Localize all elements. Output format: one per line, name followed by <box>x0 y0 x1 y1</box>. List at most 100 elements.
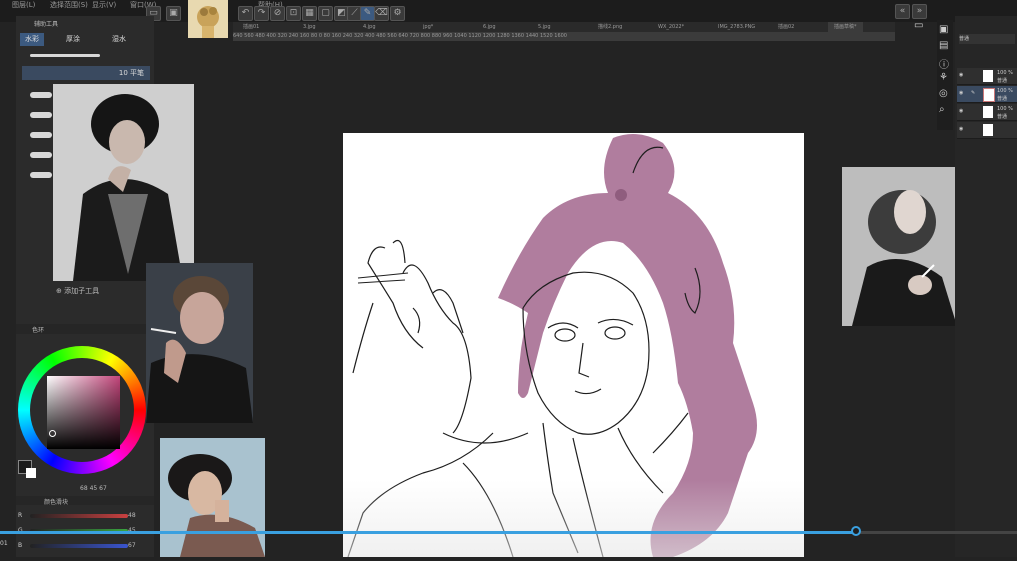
plus-icon: ⊕ <box>56 287 65 295</box>
tab-document[interactable]: WX_2022* <box>658 22 684 32</box>
saturation-value-square[interactable] <box>47 376 120 449</box>
menu-selection[interactable]: 选择范围(S) <box>50 0 88 10</box>
layer-thumbnail <box>983 70 993 82</box>
saturation-value: 45 <box>89 485 98 492</box>
tab-document[interactable]: 插画02 <box>778 22 794 32</box>
layer-item-selected[interactable]: ◉ ✎ 100 % 普通 <box>957 86 1017 103</box>
slider-panel-label: 颜色滑块 <box>44 499 69 506</box>
layer-side-toolbar: ▣ ▤ ⓘ ⚘ ◎ ⌕ <box>937 20 953 130</box>
redo-icon[interactable]: ↷ <box>254 6 269 21</box>
tab-document[interactable]: 5.jpg <box>538 22 551 32</box>
tab-document[interactable]: jpg* <box>423 22 433 32</box>
deselect-icon[interactable]: ▦ <box>302 6 317 21</box>
red-slider-value: 48 <box>128 512 136 519</box>
reference-photo-man[interactable] <box>53 84 194 281</box>
slider-panel-header: 颜色滑块 <box>16 496 154 506</box>
eraser-icon[interactable]: ⌫ <box>374 6 389 21</box>
add-subtool-label: 添加子工具 <box>64 287 100 295</box>
eye-icon[interactable]: ◉ <box>959 72 963 78</box>
canvas-bottom-overlay <box>343 480 804 557</box>
undo-icon[interactable]: ↶ <box>238 6 253 21</box>
blue-slider[interactable] <box>30 544 128 548</box>
layer-navigator-icon[interactable]: ◎ <box>939 88 948 99</box>
tab-document[interactable]: 描线2.png <box>598 22 622 32</box>
statue-head-icon <box>197 6 219 38</box>
subtool-header: 辅助工具 <box>34 21 59 28</box>
tab-thick-paint[interactable]: 厚涂 <box>66 33 80 46</box>
blend-mode-value: 普通 <box>959 36 970 42</box>
menu-view[interactable]: 显示(V) <box>92 0 116 10</box>
tab-document[interactable]: 4.jpg <box>363 22 376 32</box>
layer-thumbnail <box>983 124 993 136</box>
layer-panel: 普通 ◉ 100 % 普通 ◉ ✎ 100 % 普通 ◉ 100 % 普通 ◉ <box>955 16 1017 557</box>
eye-icon[interactable]: ◉ <box>959 90 963 96</box>
reference-photo-man-image <box>53 84 194 281</box>
red-slider[interactable] <box>30 514 128 518</box>
document-tab-bar: 插画01 3.jpg 4.jpg jpg* 6.jpg 5.jpg 描线2.pn… <box>233 22 895 32</box>
color-panel-label: 色环 <box>32 327 45 334</box>
camera-icon[interactable]: ▭ <box>914 20 928 34</box>
layer-item[interactable]: ◉ 100 % 普通 <box>957 68 1017 85</box>
layer-opacity: 100 % <box>997 70 1013 76</box>
slider-label-r: R <box>18 512 23 519</box>
layer-opacity: 100 % <box>997 106 1013 112</box>
layer-mode: 普通 <box>997 114 1008 120</box>
color-values: 68 45 67 <box>80 485 107 492</box>
sub-color-swatch[interactable] <box>26 468 36 478</box>
horizontal-ruler: 640 560 480 400 320 240 160 80 0 80 160 … <box>233 32 895 41</box>
video-time: 01 <box>0 540 8 547</box>
settings-icon[interactable]: ⚙ <box>390 6 405 21</box>
layer-mode: 普通 <box>997 78 1008 84</box>
pen-icon[interactable]: ✎ <box>360 6 375 21</box>
reference-photo-woman-smoking-image <box>146 263 253 423</box>
brush-name: 10 平笔 <box>118 69 144 77</box>
layer-material-icon[interactable]: ⚘ <box>939 72 948 83</box>
reference-photo-woman-laughing[interactable] <box>842 167 962 326</box>
layer-folder-icon[interactable]: ▤ <box>939 40 948 51</box>
eye-icon[interactable]: ◉ <box>959 108 963 114</box>
pen-layer-icon: ✎ <box>971 90 976 96</box>
image-icon[interactable]: ▣ <box>166 6 181 21</box>
brush-preset-selected[interactable]: 10 平笔 <box>22 66 150 80</box>
slider-label-b: B <box>18 542 23 549</box>
tab-active-document[interactable]: 插画草稿* <box>828 22 863 32</box>
collapse-left-icon[interactable]: « <box>895 4 910 19</box>
reference-photo-woman-lying[interactable] <box>160 438 265 557</box>
reference-photo-woman-smoking[interactable] <box>146 263 253 423</box>
tab-blend[interactable]: 湿水 <box>112 33 126 46</box>
hue-value: 68 <box>80 485 88 492</box>
blue-slider-value: 67 <box>128 542 136 549</box>
brush-preset[interactable] <box>22 50 142 62</box>
reference-photo-woman-laughing-image <box>842 167 962 326</box>
layer-thumbnail <box>983 106 993 118</box>
blend-mode-select[interactable]: 普通 <box>959 34 1015 44</box>
eye-icon[interactable]: ◉ <box>959 126 963 132</box>
layer-search-icon[interactable]: ⌕ <box>939 104 945 115</box>
tab-watercolor[interactable]: 水彩 <box>20 33 44 46</box>
tab-document[interactable]: IMG_2783.PNG <box>718 22 755 32</box>
ruler-ticks: 640 560 480 400 320 240 160 80 0 80 160 … <box>233 33 567 39</box>
layer-opacity: 100 % <box>997 88 1013 94</box>
transform-icon[interactable]: ⊡ <box>286 6 301 21</box>
color-panel-header: 色环 <box>16 324 154 334</box>
clear-icon[interactable]: ⊘ <box>270 6 285 21</box>
crop-icon[interactable]: ▢ <box>318 6 333 21</box>
tab-document[interactable]: 3.jpg <box>303 22 316 32</box>
reference-thumbnail[interactable] <box>188 0 228 38</box>
reference-photo-woman-lying-image <box>160 438 265 557</box>
layer-item[interactable]: ◉ <box>957 122 1017 139</box>
brightness-value: 67 <box>99 485 107 492</box>
layer-add-icon[interactable]: ▣ <box>939 24 948 35</box>
add-subtool-button[interactable]: ⊕ 添加子工具 <box>56 286 99 296</box>
video-progress-knob[interactable] <box>851 526 861 536</box>
layer-item[interactable]: ◉ 100 % 普通 <box>957 104 1017 121</box>
menu-layer[interactable]: 图层(L) <box>12 0 35 10</box>
tab-document[interactable]: 6.jpg <box>483 22 496 32</box>
layer-info-icon[interactable]: ⓘ <box>939 56 949 71</box>
video-progress-fill <box>0 531 857 534</box>
layer-thumbnail <box>983 88 995 102</box>
layer-mode: 普通 <box>997 96 1008 102</box>
color-picker-cursor[interactable] <box>49 430 56 437</box>
collapse-right-icon[interactable]: » <box>912 4 927 19</box>
tab-document[interactable]: 插画01 <box>243 22 259 32</box>
